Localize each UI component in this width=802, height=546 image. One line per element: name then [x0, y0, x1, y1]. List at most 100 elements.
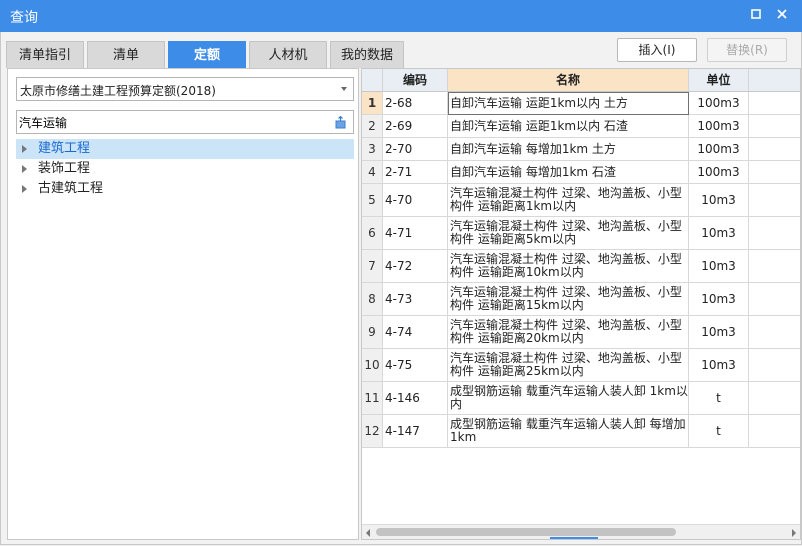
- table-row[interactable]: 2 2-69 自卸汽车运输 运距1km以内 石渣 100m3: [362, 115, 800, 138]
- cell-unit[interactable]: 100m3: [689, 92, 749, 115]
- table-row[interactable]: 3 2-70 自卸汽车运输 每增加1km 土方 100m3: [362, 138, 800, 161]
- cell-name[interactable]: 自卸汽车运输 每增加1km 土方: [448, 138, 689, 161]
- cell-code[interactable]: 4-146: [383, 382, 448, 415]
- scrollbar-thumb[interactable]: [376, 528, 676, 536]
- table-row[interactable]: 6 4-71 汽车运输混凝土构件 过梁、地沟盖板、小型构件 运输距离5km以内 …: [362, 217, 800, 250]
- tree-node-label: 建筑工程: [38, 141, 91, 156]
- scroll-left-icon[interactable]: [366, 529, 370, 537]
- table-row[interactable]: 9 4-74 汽车运输混凝土构件 过梁、地沟盖板、小型构件 运输距离20km以内…: [362, 316, 800, 349]
- table-row[interactable]: 5 4-70 汽车运输混凝土构件 过梁、地沟盖板、小型构件 运输距离1km以内 …: [362, 184, 800, 217]
- cell-unit[interactable]: 10m3: [689, 316, 749, 349]
- cell-unit[interactable]: 10m3: [689, 349, 749, 382]
- header-code[interactable]: 编码: [383, 69, 448, 92]
- expand-arrow-icon[interactable]: [22, 185, 27, 193]
- tree-node-ancient-building[interactable]: 古建筑工程: [16, 179, 354, 199]
- cell-code[interactable]: 4-147: [383, 415, 448, 448]
- cell-extra[interactable]: [749, 349, 800, 382]
- cell-name[interactable]: 成型钢筋运输 载重汽车运输人装人卸 1km以内: [448, 382, 689, 415]
- cell-extra[interactable]: [749, 161, 800, 184]
- maximize-icon: [751, 9, 761, 19]
- row-number: 5: [362, 184, 383, 217]
- cell-unit[interactable]: t: [689, 415, 749, 448]
- left-panel: 太原市修缮土建工程预算定额(2018) 建筑工程 装饰工程 古建筑工程: [7, 68, 359, 540]
- cell-extra[interactable]: [749, 184, 800, 217]
- cell-unit[interactable]: t: [689, 382, 749, 415]
- cell-code[interactable]: 4-75: [383, 349, 448, 382]
- cell-unit[interactable]: 100m3: [689, 138, 749, 161]
- results-panel: 编码 名称 单位 单 1 2-68 自卸汽车运输 运距1km以内 土方 100m…: [361, 68, 801, 540]
- cell-code[interactable]: 4-73: [383, 283, 448, 316]
- table-row[interactable]: 11 4-146 成型钢筋运输 载重汽车运输人装人卸 1km以内 t: [362, 382, 800, 415]
- cell-name[interactable]: 汽车运输混凝土构件 过梁、地沟盖板、小型构件 运输距离20km以内: [448, 316, 689, 349]
- tree-node-decoration[interactable]: 装饰工程: [16, 159, 354, 179]
- maximize-button[interactable]: [746, 6, 766, 26]
- row-number: 1: [362, 92, 383, 115]
- insert-button[interactable]: 插入(I): [617, 38, 697, 62]
- scroll-right-icon[interactable]: [792, 529, 796, 537]
- table-row[interactable]: 4 2-71 自卸汽车运输 每增加1km 石渣 100m3: [362, 161, 800, 184]
- cell-extra[interactable]: [749, 316, 800, 349]
- cell-name[interactable]: 自卸汽车运输 运距1km以内 土方: [448, 92, 689, 115]
- table-row[interactable]: 1 2-68 自卸汽车运输 运距1km以内 土方 100m3: [362, 92, 800, 115]
- cell-extra[interactable]: [749, 415, 800, 448]
- table-row[interactable]: 12 4-147 成型钢筋运输 载重汽车运输人装人卸 每增加1km t: [362, 415, 800, 448]
- cell-extra[interactable]: [749, 115, 800, 138]
- row-number: 6: [362, 217, 383, 250]
- cell-code[interactable]: 2-71: [383, 161, 448, 184]
- expand-arrow-icon[interactable]: [22, 165, 27, 173]
- cell-name[interactable]: 自卸汽车运输 运距1km以内 石渣: [448, 115, 689, 138]
- row-number: 2: [362, 115, 383, 138]
- tree-node-building[interactable]: 建筑工程: [16, 139, 354, 159]
- table-row[interactable]: 8 4-73 汽车运输混凝土构件 过梁、地沟盖板、小型构件 运输距离15km以内…: [362, 283, 800, 316]
- cell-code[interactable]: 2-70: [383, 138, 448, 161]
- tab-my-data[interactable]: 我的数据: [330, 41, 404, 68]
- tab-quota[interactable]: 定额: [168, 41, 246, 68]
- cell-name[interactable]: 汽车运输混凝土构件 过梁、地沟盖板、小型构件 运输距离5km以内: [448, 217, 689, 250]
- search-filter-icon[interactable]: [334, 116, 347, 129]
- cell-code[interactable]: 2-69: [383, 115, 448, 138]
- row-number: 12: [362, 415, 383, 448]
- header-extra[interactable]: 单: [749, 69, 800, 92]
- tab-labor-material-machine[interactable]: 人材机: [249, 41, 327, 68]
- cell-unit[interactable]: 10m3: [689, 184, 749, 217]
- cell-name[interactable]: 汽车运输混凝土构件 过梁、地沟盖板、小型构件 运输距离1km以内: [448, 184, 689, 217]
- cell-extra[interactable]: [749, 283, 800, 316]
- expand-arrow-icon[interactable]: [22, 145, 27, 153]
- title-bar: 查询: [0, 0, 802, 32]
- table-row[interactable]: 7 4-72 汽车运输混凝土构件 过梁、地沟盖板、小型构件 运输距离10km以内…: [362, 250, 800, 283]
- table-row[interactable]: 10 4-75 汽车运输混凝土构件 过梁、地沟盖板、小型构件 运输距离25km以…: [362, 349, 800, 382]
- query-window: 清单指引 清单 定额 人材机 我的数据 插入(I) 替换(R) 太原市修缮土建工…: [0, 32, 802, 545]
- row-number: 8: [362, 283, 383, 316]
- tab-bill[interactable]: 清单: [87, 41, 165, 68]
- cell-unit[interactable]: 10m3: [689, 250, 749, 283]
- cell-extra[interactable]: [749, 382, 800, 415]
- cell-code[interactable]: 2-68: [383, 92, 448, 115]
- cell-extra[interactable]: [749, 217, 800, 250]
- row-number: 10: [362, 349, 383, 382]
- cell-code[interactable]: 4-74: [383, 316, 448, 349]
- replace-button[interactable]: 替换(R): [707, 38, 787, 62]
- cell-extra[interactable]: [749, 250, 800, 283]
- row-number: 11: [362, 382, 383, 415]
- cell-name[interactable]: 自卸汽车运输 每增加1km 石渣: [448, 161, 689, 184]
- cell-unit[interactable]: 10m3: [689, 217, 749, 250]
- close-button[interactable]: [772, 6, 792, 26]
- cell-code[interactable]: 4-70: [383, 184, 448, 217]
- search-input[interactable]: [19, 113, 319, 131]
- header-unit[interactable]: 单位: [689, 69, 749, 92]
- cell-name[interactable]: 汽车运输混凝土构件 过梁、地沟盖板、小型构件 运输距离25km以内: [448, 349, 689, 382]
- header-name[interactable]: 名称: [448, 69, 689, 92]
- tab-bill-guide[interactable]: 清单指引: [6, 41, 84, 68]
- cell-extra[interactable]: [749, 92, 800, 115]
- quota-library-select[interactable]: 太原市修缮土建工程预算定额(2018): [16, 77, 354, 101]
- cell-name[interactable]: 成型钢筋运输 载重汽车运输人装人卸 每增加1km: [448, 415, 689, 448]
- cell-name[interactable]: 汽车运输混凝土构件 过梁、地沟盖板、小型构件 运输距离15km以内: [448, 283, 689, 316]
- cell-unit[interactable]: 10m3: [689, 283, 749, 316]
- cell-code[interactable]: 4-72: [383, 250, 448, 283]
- cell-extra[interactable]: [749, 138, 800, 161]
- cell-unit[interactable]: 100m3: [689, 115, 749, 138]
- cell-name[interactable]: 汽车运输混凝土构件 过梁、地沟盖板、小型构件 运输距离10km以内: [448, 250, 689, 283]
- cell-unit[interactable]: 100m3: [689, 161, 749, 184]
- cell-code[interactable]: 4-71: [383, 217, 448, 250]
- panel-splitter-handle[interactable]: [550, 537, 598, 539]
